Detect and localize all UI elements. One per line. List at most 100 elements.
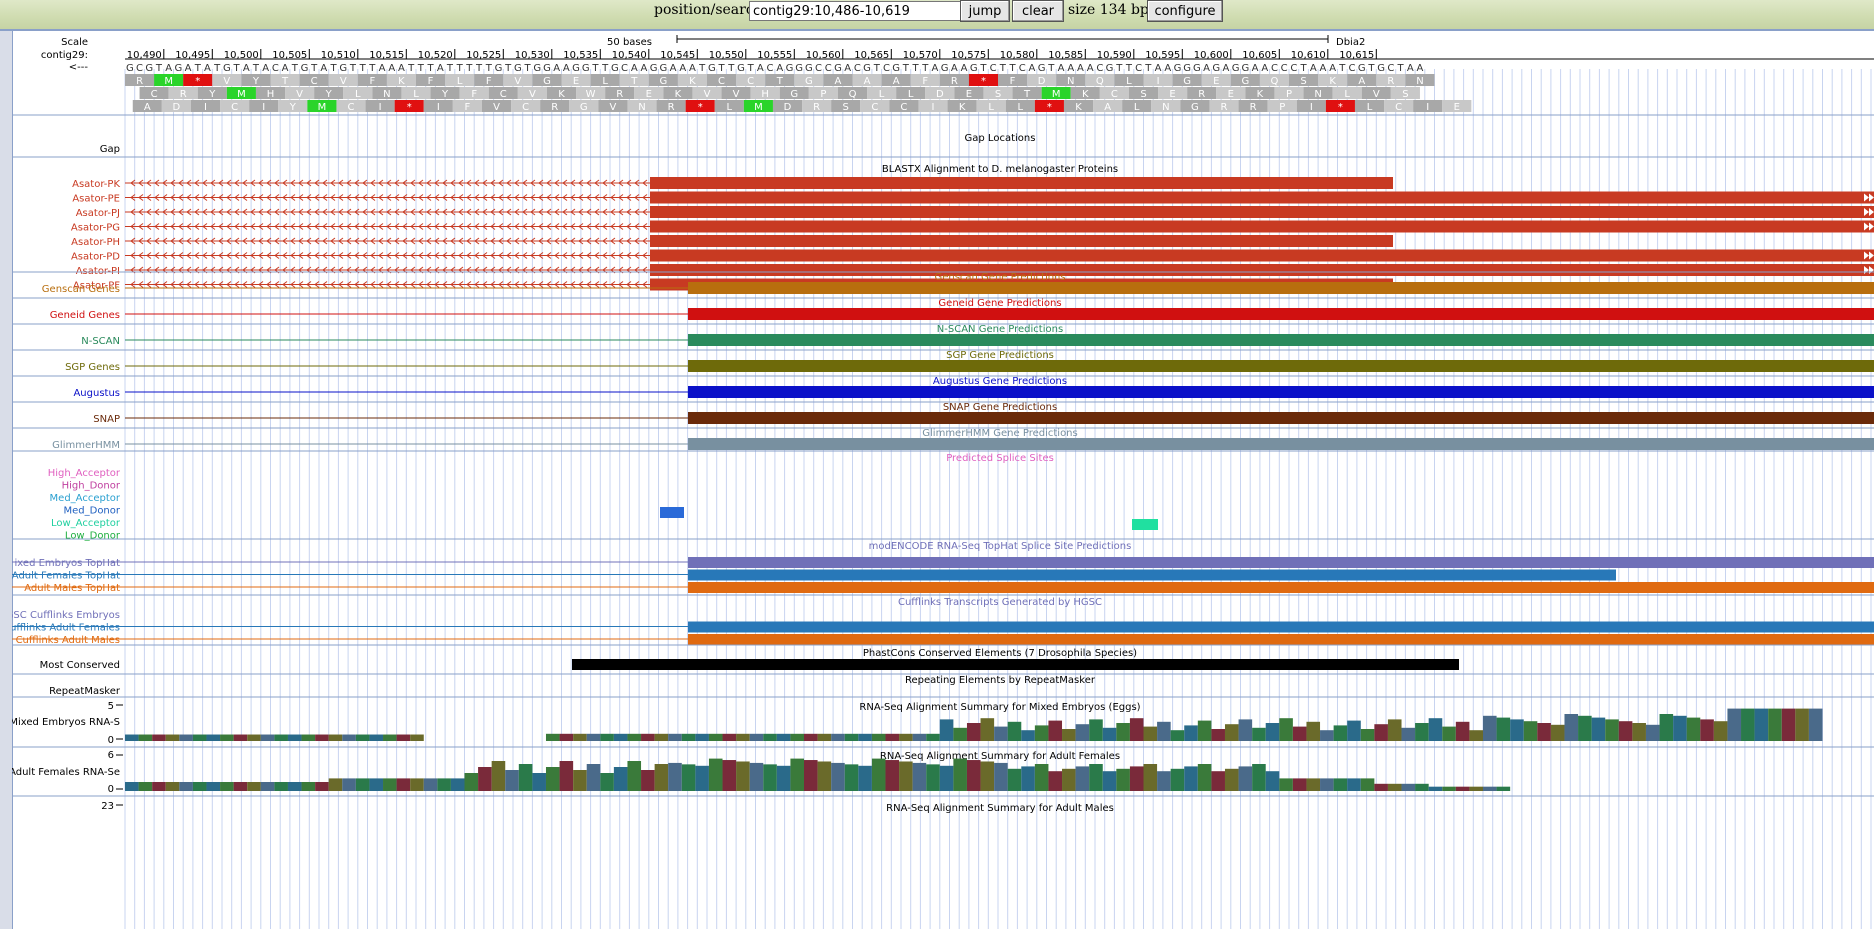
position-search-input[interactable]: [749, 1, 961, 21]
blastx-alignment-block[interactable]: [650, 264, 1874, 276]
rnaseq-female-coverage-bar[interactable]: [654, 764, 669, 791]
rnaseq-embryo-coverage-bar[interactable]: [1320, 730, 1334, 741]
configure-button[interactable]: configure: [1147, 0, 1223, 22]
rnaseq-embryo-coverage-bar[interactable]: [1116, 723, 1130, 741]
rnaseq-female-coverage-bar[interactable]: [545, 767, 560, 791]
rnaseq-female-coverage-bar[interactable]: [1483, 786, 1497, 791]
rnaseq-embryo-coverage-bar[interactable]: [1700, 719, 1714, 741]
rnaseq-female-coverage-bar[interactable]: [1238, 766, 1253, 791]
rnaseq-female-coverage-bar[interactable]: [1442, 786, 1456, 791]
rnaseq-embryo-coverage-bar[interactable]: [233, 734, 248, 741]
rnaseq-embryo-coverage-bar[interactable]: [1808, 708, 1823, 741]
rnaseq-embryo-coverage-bar[interactable]: [301, 734, 316, 741]
rnaseq-embryo-coverage-bar[interactable]: [708, 733, 723, 741]
rnaseq-embryo-coverage-bar[interactable]: [1401, 727, 1416, 741]
rnaseq-embryo-coverage-bar[interactable]: [1075, 724, 1090, 741]
rnaseq-female-coverage-bar[interactable]: [1116, 768, 1130, 791]
rnaseq-embryo-coverage-bar[interactable]: [1021, 730, 1035, 741]
rnaseq-female-coverage-bar[interactable]: [342, 778, 356, 791]
rnaseq-embryo-coverage-bar[interactable]: [844, 733, 859, 741]
augustus-exon-block[interactable]: [688, 386, 1874, 398]
rnaseq-embryo-coverage-bar[interactable]: [1007, 721, 1022, 741]
rnaseq-female-coverage-bar[interactable]: [1062, 768, 1076, 791]
rnaseq-embryo-coverage-bar[interactable]: [831, 733, 845, 741]
rnaseq-embryo-coverage-bar[interactable]: [613, 733, 628, 741]
rnaseq-embryo-coverage-bar[interactable]: [926, 733, 940, 741]
rnaseq-female-coverage-bar[interactable]: [1320, 778, 1334, 791]
rnaseq-female-coverage-bar[interactable]: [450, 778, 465, 791]
rnaseq-female-coverage-bar[interactable]: [165, 782, 180, 791]
rnaseq-embryo-coverage-bar[interactable]: [1129, 718, 1144, 741]
rnaseq-female-coverage-bar[interactable]: [192, 782, 207, 791]
rnaseq-female-coverage-bar[interactable]: [1170, 768, 1185, 791]
rnaseq-female-coverage-bar[interactable]: [532, 773, 546, 791]
rnaseq-embryo-coverage-bar[interactable]: [1238, 719, 1253, 741]
rnaseq-female-coverage-bar[interactable]: [1129, 766, 1144, 791]
rnaseq-female-coverage-bar[interactable]: [396, 778, 411, 791]
rnaseq-female-coverage-bar[interactable]: [328, 778, 343, 791]
rnaseq-embryo-coverage-bar[interactable]: [287, 734, 302, 741]
rnaseq-embryo-coverage-bar[interactable]: [1523, 721, 1538, 741]
rnaseq-embryo-coverage-bar[interactable]: [953, 727, 967, 741]
cufflinks-transcript-block[interactable]: [688, 621, 1874, 633]
glimmer-exon-block[interactable]: [688, 438, 1874, 450]
rnaseq-embryo-coverage-bar[interactable]: [1618, 721, 1633, 741]
rnaseq-embryo-coverage-bar[interactable]: [939, 719, 954, 741]
rnaseq-female-coverage-bar[interactable]: [804, 760, 818, 791]
rnaseq-embryo-coverage-bar[interactable]: [749, 733, 764, 741]
rnaseq-female-coverage-bar[interactable]: [383, 778, 397, 791]
rnaseq-female-coverage-bar[interactable]: [994, 762, 1008, 791]
cufflinks-transcript-block[interactable]: [688, 634, 1874, 645]
rnaseq-female-coverage-bar[interactable]: [763, 764, 777, 791]
rnaseq-female-coverage-bar[interactable]: [423, 778, 438, 791]
rnaseq-embryo-coverage-bar[interactable]: [165, 734, 180, 741]
rnaseq-embryo-coverage-bar[interactable]: [1143, 726, 1158, 741]
rnaseq-embryo-coverage-bar[interactable]: [1781, 708, 1796, 741]
rnaseq-female-coverage-bar[interactable]: [125, 782, 139, 791]
rnaseq-female-coverage-bar[interactable]: [1279, 778, 1293, 791]
rnaseq-female-coverage-bar[interactable]: [410, 778, 424, 791]
rnaseq-female-coverage-bar[interactable]: [1469, 786, 1483, 791]
rnaseq-embryo-coverage-bar[interactable]: [274, 734, 288, 741]
rnaseq-embryo-coverage-bar[interactable]: [1605, 719, 1619, 741]
rnaseq-embryo-coverage-bar[interactable]: [695, 733, 709, 741]
rnaseq-female-coverage-bar[interactable]: [586, 764, 601, 791]
rnaseq-female-coverage-bar[interactable]: [220, 782, 234, 791]
rnaseq-female-coverage-bar[interactable]: [926, 764, 940, 791]
rnaseq-embryo-coverage-bar[interactable]: [1483, 715, 1497, 741]
rnaseq-embryo-coverage-bar[interactable]: [681, 733, 696, 741]
rnaseq-female-coverage-bar[interactable]: [749, 762, 764, 791]
rnaseq-embryo-coverage-bar[interactable]: [125, 734, 139, 741]
rnaseq-female-coverage-bar[interactable]: [1292, 778, 1307, 791]
rnaseq-female-coverage-bar[interactable]: [1197, 764, 1212, 791]
rnaseq-female-coverage-bar[interactable]: [206, 782, 221, 791]
rnaseq-female-coverage-bar[interactable]: [1374, 783, 1388, 791]
rnaseq-female-coverage-bar[interactable]: [505, 770, 519, 791]
rnaseq-embryo-coverage-bar[interactable]: [138, 734, 153, 741]
rnaseq-female-coverage-bar[interactable]: [966, 760, 981, 791]
rnaseq-female-coverage-bar[interactable]: [939, 765, 954, 791]
rnaseq-embryo-coverage-bar[interactable]: [966, 723, 981, 741]
rnaseq-female-coverage-bar[interactable]: [369, 778, 384, 791]
rnaseq-female-coverage-bar[interactable]: [1265, 771, 1280, 791]
rnaseq-embryo-coverage-bar[interactable]: [1442, 726, 1456, 741]
rnaseq-embryo-coverage-bar[interactable]: [1048, 720, 1063, 741]
rnaseq-embryo-coverage-bar[interactable]: [260, 734, 275, 741]
rnaseq-embryo-coverage-bar[interactable]: [586, 733, 601, 741]
rnaseq-female-coverage-bar[interactable]: [437, 778, 451, 791]
snap-exon-block[interactable]: [688, 412, 1874, 424]
rnaseq-embryo-coverage-bar[interactable]: [315, 734, 329, 741]
rnaseq-embryo-coverage-bar[interactable]: [573, 733, 587, 741]
rnaseq-female-coverage-bar[interactable]: [1401, 783, 1416, 791]
med-donor-site[interactable]: [660, 507, 684, 518]
rnaseq-female-coverage-bar[interactable]: [1360, 778, 1375, 791]
rnaseq-female-coverage-bar[interactable]: [274, 782, 288, 791]
rnaseq-embryo-coverage-bar[interactable]: [1034, 725, 1049, 741]
rnaseq-embryo-coverage-bar[interactable]: [179, 734, 193, 741]
blastx-alignment-block[interactable]: [650, 249, 1874, 262]
rnaseq-female-coverage-bar[interactable]: [1496, 786, 1511, 791]
rnaseq-embryo-coverage-bar[interactable]: [1727, 708, 1742, 741]
rnaseq-embryo-coverage-bar[interactable]: [858, 733, 872, 741]
rnaseq-embryo-coverage-bar[interactable]: [1333, 725, 1348, 741]
genscan-exon-block[interactable]: [688, 282, 1874, 294]
